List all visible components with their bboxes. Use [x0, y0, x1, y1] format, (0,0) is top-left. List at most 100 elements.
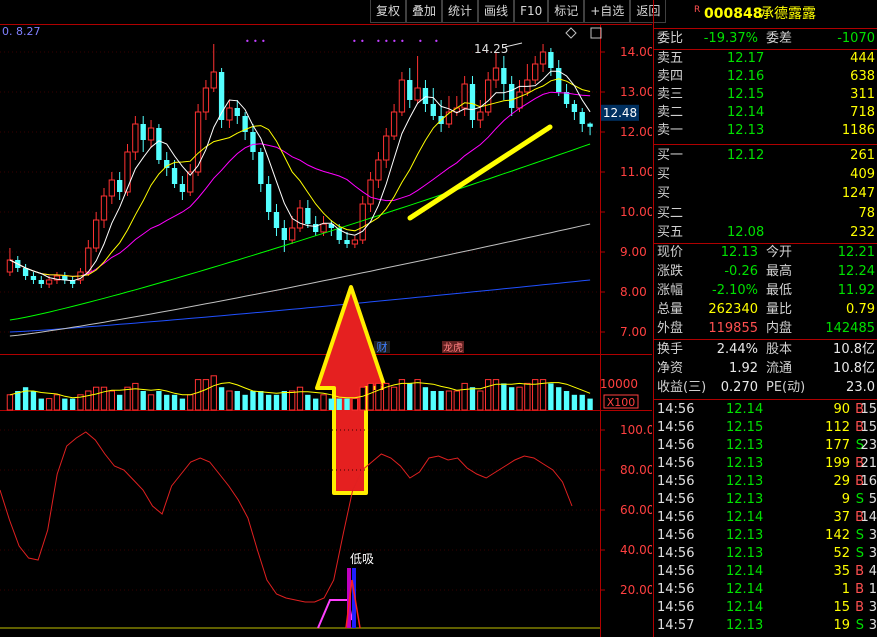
- current-price-tag: 12.48: [603, 106, 637, 120]
- bid-row-1[interactable]: 买一 12.12 261: [654, 147, 877, 165]
- tick-price: 12.13: [726, 438, 764, 453]
- candle-body-up: [351, 239, 359, 245]
- toolbar-button-add-watchlist[interactable]: +自选: [584, 0, 631, 23]
- tick-volume: 112: [825, 420, 850, 435]
- candle-body-down: [273, 212, 280, 228]
- tick-time: 14:56: [657, 456, 695, 471]
- ask-label: 卖五: [657, 51, 684, 66]
- candle-body-down: [430, 104, 436, 116]
- volume-bar-up: [53, 394, 61, 411]
- kline-chart-area[interactable]: 14.00 13.00 12.00 11.00 10.00 9.00 8.00 7.00 12.…: [0, 0, 652, 637]
- volume-bar-up: [296, 386, 304, 411]
- tick-volume: 177: [825, 438, 850, 453]
- stock-title: R 000848 承德露露: [654, 3, 877, 25]
- stat-label-2: 最高: [766, 264, 793, 279]
- toolbar-button-statistics[interactable]: 统计: [442, 0, 479, 23]
- tick-volume: 9: [841, 492, 850, 507]
- tick-count: 3: [868, 546, 877, 561]
- ask-label: 卖四: [657, 69, 684, 84]
- candle-body-up: [6, 259, 14, 273]
- stat-value: 119855: [708, 321, 758, 336]
- oscillator-line: [0, 431, 573, 603]
- tick-price: 12.13: [726, 456, 764, 471]
- tick-row: 14:56 12.14 35 B 4: [654, 563, 877, 581]
- volume-bar-down: [273, 394, 280, 410]
- diamond-settings-icon: [565, 27, 577, 39]
- stat-label: 涨跌: [657, 264, 684, 279]
- ask-row-2[interactable]: 卖二 12.14 718: [654, 104, 877, 122]
- up-arrow-annotation: [315, 285, 387, 495]
- stat-row: 外盘 119855 内盘 142485: [654, 320, 877, 338]
- osc-tick-label: 40.00: [620, 543, 652, 557]
- ask-row-4[interactable]: 卖四 12.16 638: [654, 68, 877, 86]
- stat-value: 262340: [708, 302, 758, 317]
- tick-volume: 37: [833, 510, 850, 525]
- fundamental-label-2: 股本: [766, 342, 793, 357]
- bid-row-3[interactable]: 买 1247: [654, 185, 877, 203]
- volume-bar-down: [422, 387, 429, 410]
- tick-row: 14:56 12.13 177 S 23: [654, 437, 877, 455]
- toolbar-button-draw-line[interactable]: 画线: [478, 0, 515, 23]
- tick-time: 14:56: [657, 402, 695, 417]
- ask-row-1[interactable]: 卖一 12.13 1186: [654, 122, 877, 140]
- candle-body-up: [383, 135, 390, 161]
- tick-row: 14:57 12.13 19 S 3: [654, 617, 877, 635]
- volume-bar-down: [336, 398, 342, 410]
- bid-label: 买五: [657, 225, 684, 240]
- tick-count: 4: [868, 564, 877, 579]
- event-dot: •: [400, 37, 405, 46]
- candle-body-up: [226, 107, 233, 121]
- volume-bar-up: [477, 390, 484, 411]
- candle-body-up: [100, 195, 108, 221]
- toolbar-button-mark[interactable]: 标记: [548, 0, 585, 23]
- volume-bar-down: [509, 387, 515, 410]
- bid-row-5[interactable]: 买五 12.08 232: [654, 224, 877, 242]
- osc-tick-label: 20.00: [620, 583, 652, 597]
- candle-body-down: [548, 52, 554, 68]
- ask-row-5[interactable]: 卖五 12.17 444: [654, 50, 877, 68]
- tick-row: 14:56 12.14 37 B 14: [654, 509, 877, 527]
- candle-body-down: [250, 132, 256, 152]
- toolbar-button-overlay[interactable]: 叠加: [406, 0, 443, 23]
- ask-row-3[interactable]: 卖三 12.15 311: [654, 86, 877, 104]
- tick-volume: 90: [833, 402, 850, 417]
- toolbar-button-f10[interactable]: F10: [514, 0, 549, 23]
- toolbar-button-restore-rights[interactable]: 复权: [370, 0, 407, 23]
- stat-value-2: 11.92: [837, 283, 875, 298]
- candle-body-down: [422, 88, 429, 104]
- bid-volume: 232: [850, 225, 875, 240]
- webi-label: 委比: [657, 31, 684, 46]
- tick-price: 12.15: [726, 420, 764, 435]
- price-tick-label: 14.00: [620, 45, 652, 59]
- bid-row-4[interactable]: 买二 78: [654, 205, 877, 223]
- stat-label-2: 最低: [766, 283, 793, 298]
- webi-row: 委比 -19.37% 委差 -1070: [654, 30, 877, 48]
- volume-bar-up: [6, 394, 14, 411]
- candle-body-down: [234, 108, 240, 116]
- volume-bar-up: [194, 379, 202, 411]
- volume-bar-up: [92, 386, 100, 411]
- ask-volume: 1186: [841, 123, 875, 138]
- volume-bar-down: [438, 391, 444, 410]
- fundamental-value-2: 10.8亿: [833, 361, 875, 376]
- tick-row: 14:56 12.13 29 B 16: [654, 473, 877, 491]
- stat-value-2: 12.21: [837, 245, 875, 260]
- bid-row-2[interactable]: 买 409: [654, 166, 877, 184]
- tick-price: 12.13: [726, 528, 764, 543]
- chart-toolbar: 复权 叠加 统计 画线 F10 标记 +自选 返回: [370, 0, 667, 24]
- volume-bar-down: [164, 394, 170, 410]
- candle-body-down: [344, 240, 350, 244]
- candle-body-up: [124, 151, 131, 193]
- tick-time: 14:57: [657, 618, 695, 633]
- event-tag-cai: 财: [377, 340, 388, 354]
- tick-row: 14:56 12.13 199 B 21: [654, 455, 877, 473]
- tick-direction: S: [855, 546, 864, 561]
- event-dot: •: [261, 37, 266, 46]
- stat-label-2: 今开: [766, 245, 793, 260]
- tick-count: 23: [860, 438, 877, 453]
- volume-bar-down: [579, 394, 585, 410]
- candle-body-up: [132, 123, 139, 153]
- volume-bar-down: [501, 383, 507, 410]
- tick-count: 1: [868, 582, 877, 597]
- bid-volume: 261: [850, 148, 875, 163]
